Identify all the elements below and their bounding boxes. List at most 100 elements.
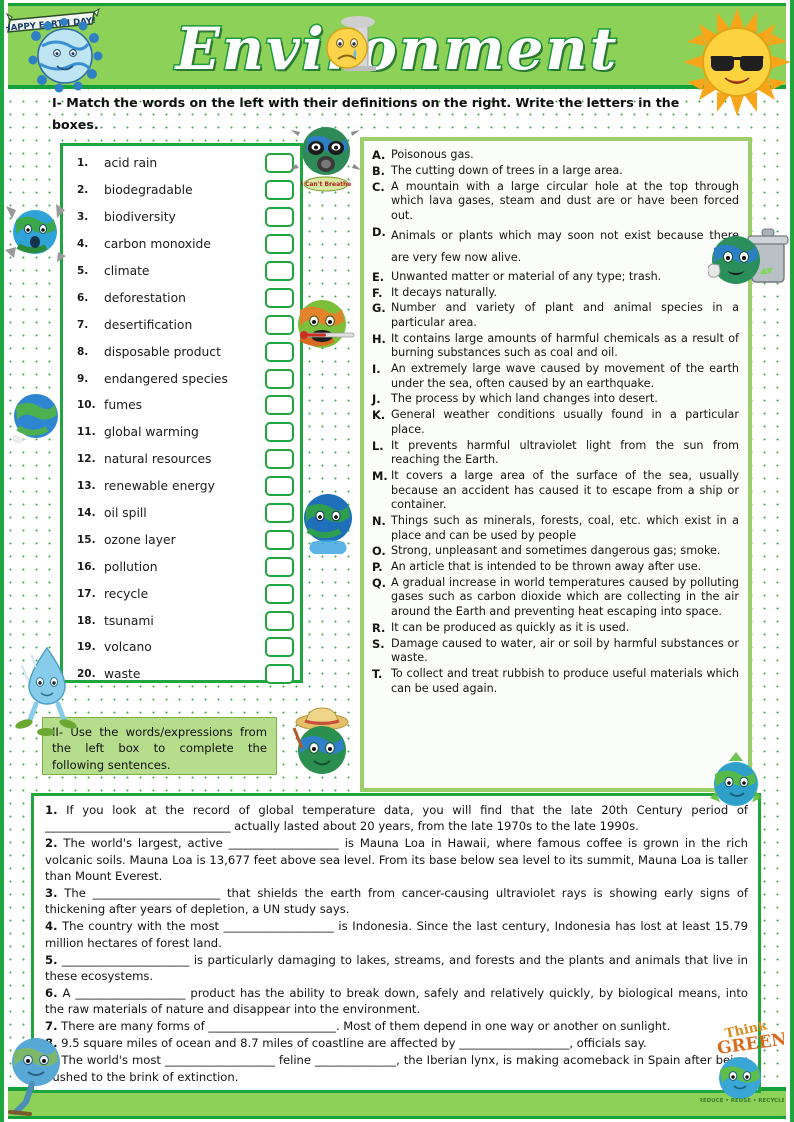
definition-row: I. An extremely large wave caused by move… [372,362,739,391]
definition-row: J. The process by which land changes into… [372,392,739,407]
definition-text: Strong, unpleasant and sometimes dangero… [391,544,721,558]
sentence-text[interactable]: The ______________________ that shields … [45,886,748,916]
word-row: 1. acid rain [63,150,300,177]
globe-cracked-icon [5,204,66,262]
sentence-number: 9. [45,1053,58,1068]
definition-text: Animals or plants which may soon not exi… [391,228,739,264]
word-label: oil spill [104,506,147,521]
definition-text: An extremely large wave caused by moveme… [391,362,739,390]
definition-letter: D. [372,224,386,239]
definition-row: R. It can be produced as quickly as it is… [372,621,739,636]
word-label: deforestation [104,290,186,305]
answer-box[interactable] [264,287,294,308]
definition-row: Q. A gradual increase in world temperatur… [372,576,739,620]
definition-text: To collect and treat rubbish to produce … [391,666,739,695]
definition-row: M. It covers a large area of the surface … [372,469,739,513]
sentence-row: 5. ______________________ is particularl… [45,952,748,985]
answer-box[interactable] [264,529,294,550]
sentence-text[interactable]: The world's largest, active ____________… [45,836,748,883]
word-row: 15. ozone layer [63,526,300,553]
definition-letter: P. [372,560,383,575]
sentence-number: 6. [45,985,58,1000]
sentence-row: 1. If you look at the record of global t… [45,802,748,835]
answer-box[interactable] [264,180,294,201]
word-number: 4. [77,238,89,251]
answer-box[interactable] [264,395,294,416]
answer-cell [262,287,300,308]
word-label: pollution [104,559,158,574]
answer-cell [262,556,300,577]
word-number: 16. [77,560,96,573]
sentence-text[interactable]: The world's most ___________________ fel… [57,1053,570,1067]
word-number: 1. [77,157,89,170]
answer-cell [262,503,300,524]
answer-box[interactable] [264,449,294,470]
definition-row: T. To collect and treat rubbish to produc… [372,667,739,696]
definition-letter: S. [372,636,385,651]
definition-row: C. A mountain with a large circular hole … [372,180,739,224]
word-number: 11. [77,426,96,439]
word-number: 20. [77,668,96,681]
answer-box[interactable] [264,583,294,604]
word-label: disposable product [104,344,221,359]
definition-row: B. The cutting down of trees in a large a… [372,164,739,179]
answer-box[interactable] [264,261,294,281]
answer-box[interactable] [264,610,294,631]
answer-box[interactable] [264,368,294,389]
answer-box[interactable] [264,341,294,362]
sentence-text[interactable]: 9.5 square miles of ocean and 8.7 miles … [57,1036,647,1050]
answer-box[interactable] [264,207,294,228]
definition-letter: L. [372,438,384,453]
word-label: waste [104,667,141,682]
definition-letter: T. [372,666,383,681]
answer-cell [262,180,300,201]
answer-cell [262,583,300,604]
word-label: fumes [104,398,143,413]
sentence-text[interactable]: ______________________ is particularly d… [45,953,748,983]
instruction-part-1: I- Match the words on the left with thei… [52,95,680,132]
sentence-number: 2. [45,836,58,851]
answer-box[interactable] [264,234,294,255]
answer-box[interactable] [264,503,294,524]
word-row: 11. global warming [63,419,300,446]
sentence-number: 5. [45,952,58,967]
word-label: endangered species [104,371,228,386]
definition-letter: A. [372,148,386,162]
answer-cell [262,664,300,685]
definition-text: Poisonous gas. [391,148,474,161]
definition-row: S. Damage caused to water, air or soil by… [372,637,739,666]
answer-box[interactable] [264,476,294,497]
word-row: 18. tsunami [63,607,300,634]
definition-text: A gradual increase in world temperatures… [391,575,739,619]
answer-box[interactable] [264,637,294,658]
word-row: 12. natural resources [63,446,300,473]
definition-row: H. It contains large amounts of harmful c… [372,332,739,361]
globe-melting-icon [304,494,352,554]
answer-box[interactable] [264,556,294,577]
answer-box[interactable] [264,314,294,335]
word-number: 6. [77,291,89,304]
definition-text: It can be produced as quickly as it is u… [391,620,630,634]
word-row: 2. biodegradable [63,177,300,204]
word-label: biodegradable [104,183,193,198]
worksheet-page: Environment HAPPY EARTH DAY! I- Match th… [0,0,794,1122]
sentence-text[interactable]: The country with the most ______________… [45,919,748,949]
definition-row: P. An article that is intended to be thro… [372,560,739,575]
answer-box[interactable] [264,422,294,443]
definition-text: It prevents harmful ultraviolet light fr… [391,438,739,467]
word-number: 10. [77,399,96,412]
answer-box[interactable] [264,153,294,174]
answer-cell [262,153,300,174]
answer-box[interactable] [264,664,294,685]
sentence-text[interactable]: If you look at the record of global temp… [45,803,748,833]
sentence-text[interactable]: There are many forms of ________________… [57,1019,670,1033]
definition-letter: F. [372,285,383,300]
definitions-box: A. Poisonous gas. B. The cutting down of tr… [360,137,752,792]
word-label: ozone layer [104,532,176,547]
sentence-text[interactable]: A ___________________ product has the ab… [45,986,748,1016]
word-row: 13. renewable energy [63,473,300,500]
word-number: 12. [77,453,96,466]
definition-row: O. Strong, unpleasant and sometimes dange… [372,544,739,559]
globe-earth-colorful-icon [12,394,58,444]
definition-letter: B. [372,163,386,178]
